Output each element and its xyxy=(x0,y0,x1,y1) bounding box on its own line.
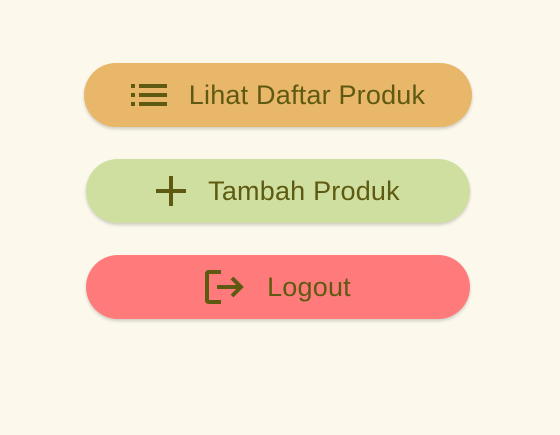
add-product-label: Tambah Produk xyxy=(208,175,400,206)
plus-icon xyxy=(156,176,187,206)
logout-label: Logout xyxy=(267,271,351,302)
logout-button[interactable]: Logout xyxy=(86,255,470,319)
list-icon xyxy=(130,83,167,107)
add-product-button[interactable]: Tambah Produk xyxy=(86,159,470,223)
view-product-list-button[interactable]: Lihat Daftar Produk xyxy=(84,63,472,127)
main-menu: Lihat Daftar Produk Tambah Produk Logout xyxy=(0,0,560,435)
logout-icon xyxy=(205,269,245,305)
view-product-list-label: Lihat Daftar Produk xyxy=(188,79,426,110)
